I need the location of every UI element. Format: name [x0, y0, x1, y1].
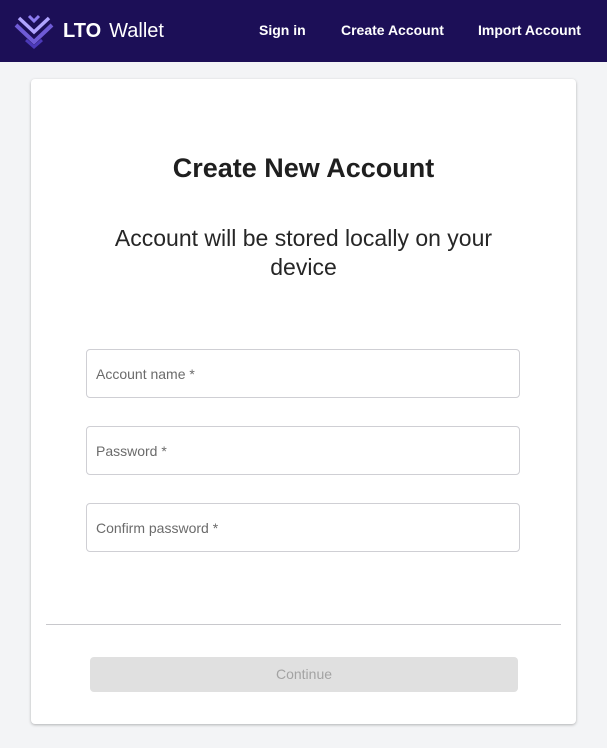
- card-divider: [46, 624, 561, 625]
- confirm-password-field: [86, 503, 520, 552]
- nav-import-account-link[interactable]: Import Account: [478, 22, 581, 38]
- page-title: Create New Account: [172, 153, 435, 183]
- top-nav-bar: LTO Wallet Sign in Create Account Import …: [0, 0, 607, 62]
- lto-logo-icon: [14, 14, 54, 49]
- brand-name[interactable]: LTO Wallet: [63, 19, 164, 43]
- account-name-field: [86, 349, 520, 398]
- password-field: [86, 426, 520, 475]
- nav-sign-in-link[interactable]: Sign in: [259, 22, 306, 38]
- password-input[interactable]: [87, 427, 519, 474]
- account-name-input[interactable]: [87, 350, 519, 397]
- page-subtitle: Account will be stored locally on your d…: [114, 225, 493, 280]
- brand-name-light: Wallet: [109, 20, 164, 42]
- nav-create-account-link[interactable]: Create Account: [341, 22, 444, 38]
- brand-name-strong: LTO: [63, 20, 102, 42]
- confirm-password-input[interactable]: [87, 504, 519, 551]
- continue-button[interactable]: Continue: [90, 657, 518, 692]
